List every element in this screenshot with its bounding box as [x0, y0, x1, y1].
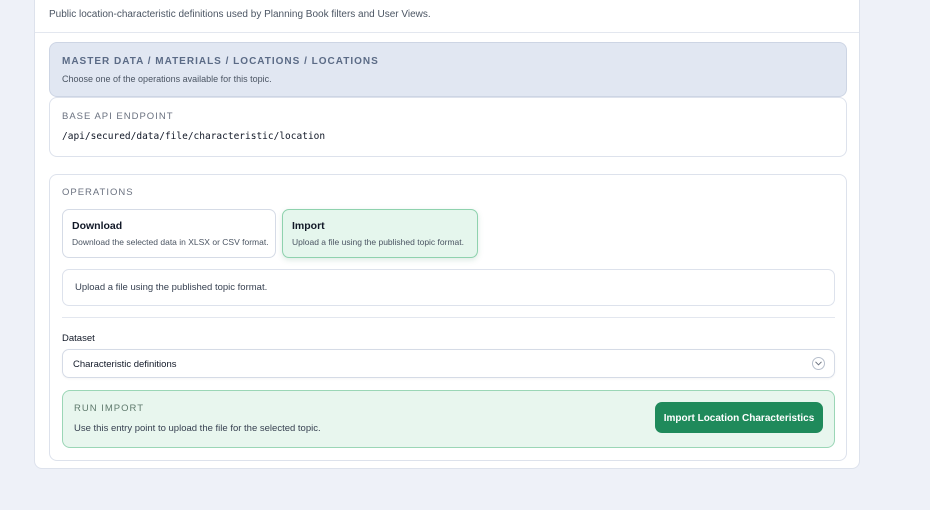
operations-label: OPERATIONS	[62, 187, 134, 198]
dataset-selected-value: Characteristic definitions	[73, 359, 177, 370]
operation-description: Download the selected data in XLSX or CS…	[72, 237, 269, 247]
chevron-down-icon	[812, 357, 825, 370]
operation-import-button[interactable]: Import Upload a file using the published…	[282, 209, 478, 258]
api-endpoint-card: BASE API ENDPOINT /api/secured/data/file…	[49, 97, 847, 157]
topic-subtitle: Choose one of the operations available f…	[62, 74, 272, 84]
topic-header-card: MASTER DATA / MATERIALS / LOCATIONS / LO…	[49, 42, 847, 97]
operation-download-button[interactable]: Download Download the selected data in X…	[62, 209, 276, 258]
divider	[35, 32, 859, 33]
run-import-card: RUN IMPORT Use this entry point to uploa…	[62, 390, 835, 448]
dataset-select[interactable]: Characteristic definitions	[62, 349, 835, 378]
topic-description: Public location-characteristic definitio…	[49, 9, 431, 20]
operation-description: Upload a file using the published topic …	[292, 237, 464, 247]
breadcrumb: MASTER DATA / MATERIALS / LOCATIONS / LO…	[62, 56, 379, 67]
import-location-characteristics-button[interactable]: Import Location Characteristics	[655, 402, 823, 433]
operations-card: OPERATIONS Download Download the selecte…	[49, 174, 847, 461]
api-endpoint-path: /api/secured/data/file/characteristic/lo…	[62, 131, 326, 142]
operation-info-box: Upload a file using the published topic …	[62, 269, 835, 306]
topic-panel: Public location-characteristic definitio…	[34, 0, 860, 469]
divider	[62, 317, 835, 318]
run-import-label: RUN IMPORT	[74, 403, 144, 414]
dataset-label: Dataset	[62, 333, 95, 344]
operation-info-text: Upload a file using the published topic …	[75, 282, 268, 293]
operation-title: Download	[72, 220, 123, 232]
operation-title: Import	[292, 220, 325, 232]
api-endpoint-label: BASE API ENDPOINT	[62, 111, 174, 122]
run-import-description: Use this entry point to upload the file …	[74, 423, 321, 434]
